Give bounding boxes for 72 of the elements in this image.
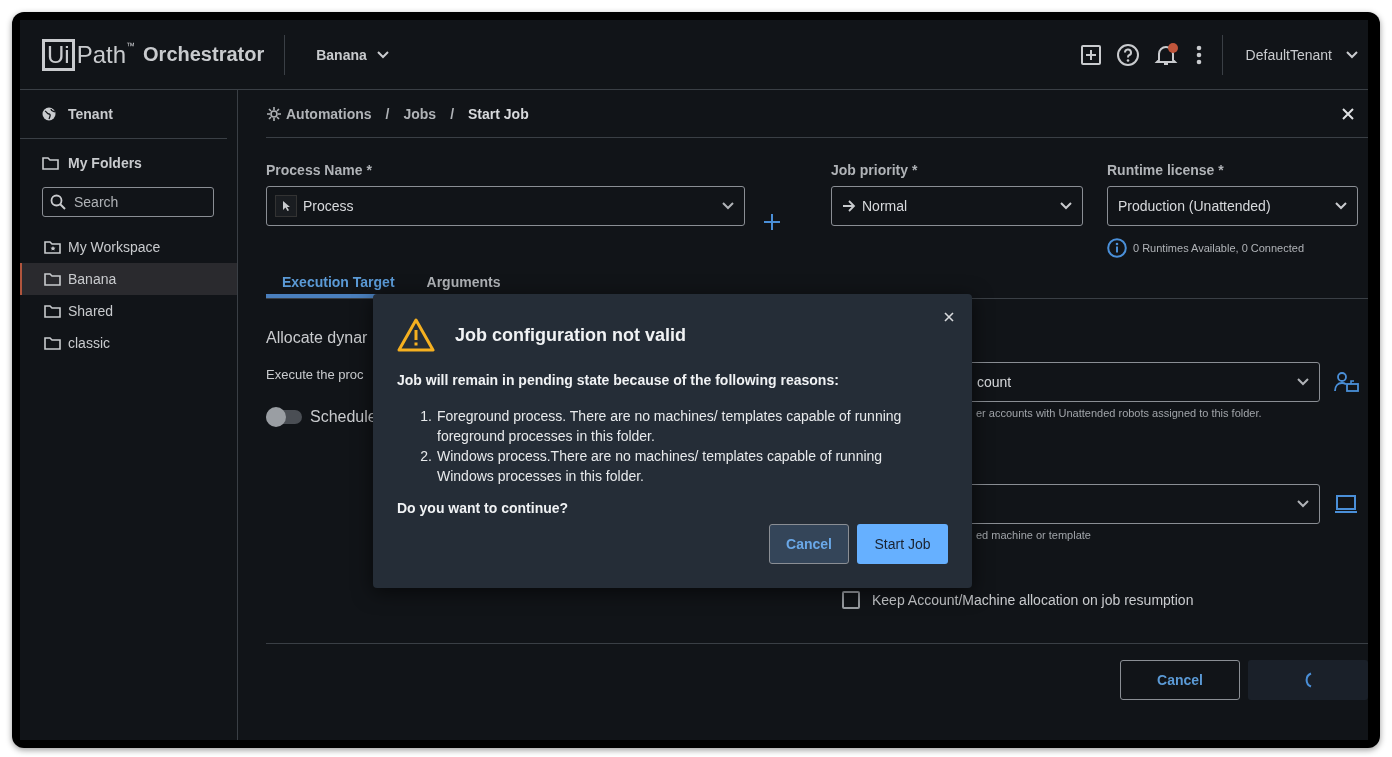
help-icon[interactable]: [1115, 42, 1140, 67]
checkbox-label: Keep Account/Machine allocation on job resumption: [872, 592, 1194, 608]
description-text: Execute the proc: [266, 367, 364, 382]
close-button[interactable]: [944, 312, 954, 322]
field-label: Job priority *: [831, 162, 919, 178]
chevron-down-icon: [1335, 202, 1347, 210]
search-icon: [50, 194, 66, 210]
add-icon[interactable]: [763, 213, 781, 231]
field-label: Runtime license *: [1107, 162, 1225, 178]
chevron-down-icon: [1060, 202, 1072, 210]
list-number: 1.: [419, 407, 432, 426]
info-text: 0 Runtimes Available, 0 Connected: [1133, 242, 1304, 254]
start-button[interactable]: [1248, 660, 1368, 700]
close-icon: [944, 312, 954, 322]
dialog-text: Job will remain in pending state because of the following reasons:: [397, 372, 840, 388]
chevron-down-icon: [1346, 50, 1358, 59]
tenant-switcher[interactable]: DefaultTenant: [1245, 46, 1358, 63]
schedule-toggle[interactable]: [266, 410, 302, 424]
cancel-button[interactable]: Cancel: [769, 524, 849, 564]
warning-icon: [397, 318, 435, 352]
list-item-text: Foreground process. There are no machines/ templates capable of running foreground processes in this folder.: [437, 407, 903, 446]
field-label: Process Name *: [266, 162, 373, 178]
dialog-question: Do you want to continue?: [397, 500, 570, 516]
search-field[interactable]: Search: [42, 187, 214, 217]
license-select[interactable]: Production (Unattended): [1107, 186, 1358, 226]
helper-text: ed machine or template: [976, 529, 1091, 541]
priority-select[interactable]: Normal: [831, 186, 1083, 226]
notification-bell-icon[interactable]: [1153, 42, 1180, 67]
chevron-down-icon: [1297, 378, 1309, 386]
spinner-icon: [1304, 672, 1312, 688]
cancel-button[interactable]: Cancel: [1120, 660, 1240, 700]
user-robot-icon[interactable]: [1334, 371, 1360, 393]
section-heading: Allocate dynar: [266, 329, 368, 347]
start-job-button[interactable]: Start Job: [857, 524, 948, 564]
folder-item[interactable]: My Workspace: [20, 231, 237, 263]
chevron-down-icon: [722, 202, 734, 210]
folder-icon: [42, 155, 60, 171]
tab[interactable]: Arguments: [410, 270, 517, 298]
globe-icon: [42, 107, 56, 121]
toggle-label: Schedule: [310, 408, 377, 426]
list-item-text: Windows process.There are no machines/ templates capable of running Windows processes in this folder.: [437, 447, 884, 486]
close-icon[interactable]: [1342, 107, 1354, 120]
laptop-icon[interactable]: [1334, 494, 1358, 514]
cursor-icon: [281, 200, 291, 212]
arrow-right-icon: [842, 200, 856, 212]
process-select[interactable]: Process: [266, 186, 745, 226]
folder-item[interactable]: Shared: [20, 295, 237, 327]
logo-text: Path: [76, 40, 127, 69]
logo-mark: Ui: [42, 38, 75, 71]
add-square-icon[interactable]: [1079, 43, 1102, 66]
folder-icon: [44, 335, 62, 351]
trademark-sign: ™: [126, 40, 136, 51]
product-name: Orchestrator: [143, 43, 265, 66]
tenant-link[interactable]: Tenant: [20, 90, 227, 139]
breadcrumb-separator: /: [385, 105, 390, 122]
folder-icon: [44, 271, 62, 287]
info-icon: [1107, 238, 1127, 258]
section-title: My Folders: [68, 155, 142, 171]
dialog-title: Job configuration not valid: [455, 324, 686, 346]
chevron-down-icon: [1297, 500, 1309, 508]
folder-item[interactable]: classic: [20, 327, 237, 359]
breadcrumb-link[interactable]: Jobs: [403, 105, 437, 122]
folder-item[interactable]: Banana: [20, 263, 237, 295]
chevron-down-icon: [376, 50, 389, 59]
breadcrumb-link[interactable]: Automations: [266, 105, 372, 122]
checkbox[interactable]: [842, 591, 860, 609]
list-number: 2.: [419, 447, 432, 466]
breadcrumb-separator: /: [450, 105, 455, 122]
folder-picker[interactable]: Banana: [316, 46, 389, 63]
workspace-folder-icon: [44, 239, 62, 255]
folder-icon: [44, 303, 62, 319]
helper-text: er accounts with Unattended robots assigned to this folder.: [976, 407, 1262, 419]
